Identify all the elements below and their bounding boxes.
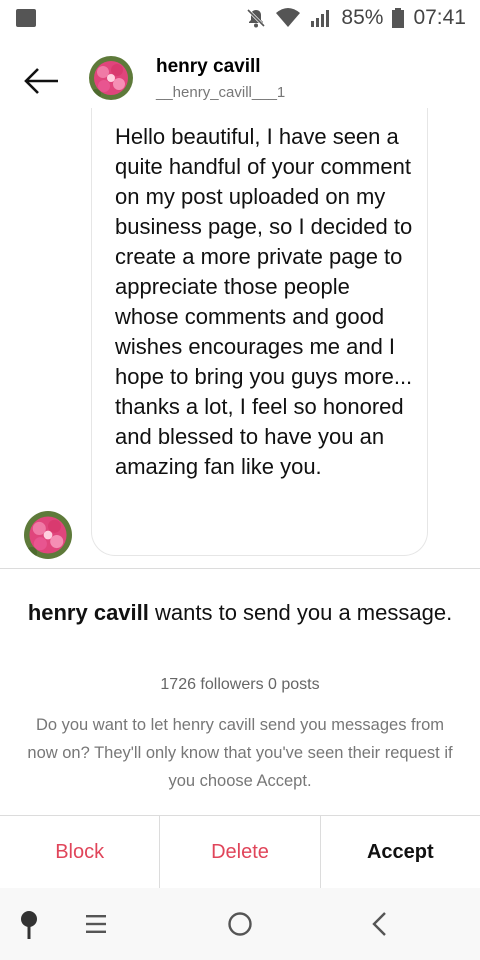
header-name[interactable]: henry cavill (156, 56, 261, 78)
block-button[interactable]: Block (0, 816, 159, 888)
pin-icon[interactable] (18, 910, 40, 940)
sender-avatar[interactable] (24, 511, 72, 559)
chat-header: henry cavill __henry_cavill___1 (0, 52, 480, 108)
accept-button[interactable]: Accept (319, 816, 480, 888)
back-arrow-icon[interactable] (22, 66, 62, 96)
navigation-bar (0, 888, 480, 960)
request-sender: henry cavill (27, 600, 149, 625)
request-title: henry cavill wants to send you a message… (20, 596, 460, 630)
request-title-rest: wants to send you a message. (148, 600, 453, 625)
wifi-icon (276, 8, 301, 27)
avatar[interactable] (89, 56, 133, 100)
divider (0, 568, 480, 569)
image-icon (16, 9, 36, 27)
home-icon[interactable] (227, 911, 253, 937)
menu-icon[interactable] (86, 914, 110, 934)
message-text: Hello beautiful, I have seen a quite han… (115, 124, 413, 479)
request-stats: 1726 followers 0 posts (160, 676, 320, 693)
signal-icon (311, 10, 330, 27)
message-bubble[interactable]: Hello beautiful, I have seen a quite han… (91, 108, 428, 556)
status-bar: 85% 07:41 (0, 0, 480, 36)
request-actions: Block Delete Accept (0, 815, 480, 888)
back-icon[interactable] (371, 911, 389, 937)
mute-icon (247, 8, 266, 28)
clock: 07:41 (413, 6, 466, 29)
battery-percent: 85% (341, 6, 384, 29)
header-username: __henry_cavill___1 (156, 84, 286, 101)
delete-button[interactable]: Delete (159, 816, 319, 888)
battery-icon (392, 8, 405, 28)
request-description: Do you want to let henry cavill send you… (27, 716, 453, 790)
